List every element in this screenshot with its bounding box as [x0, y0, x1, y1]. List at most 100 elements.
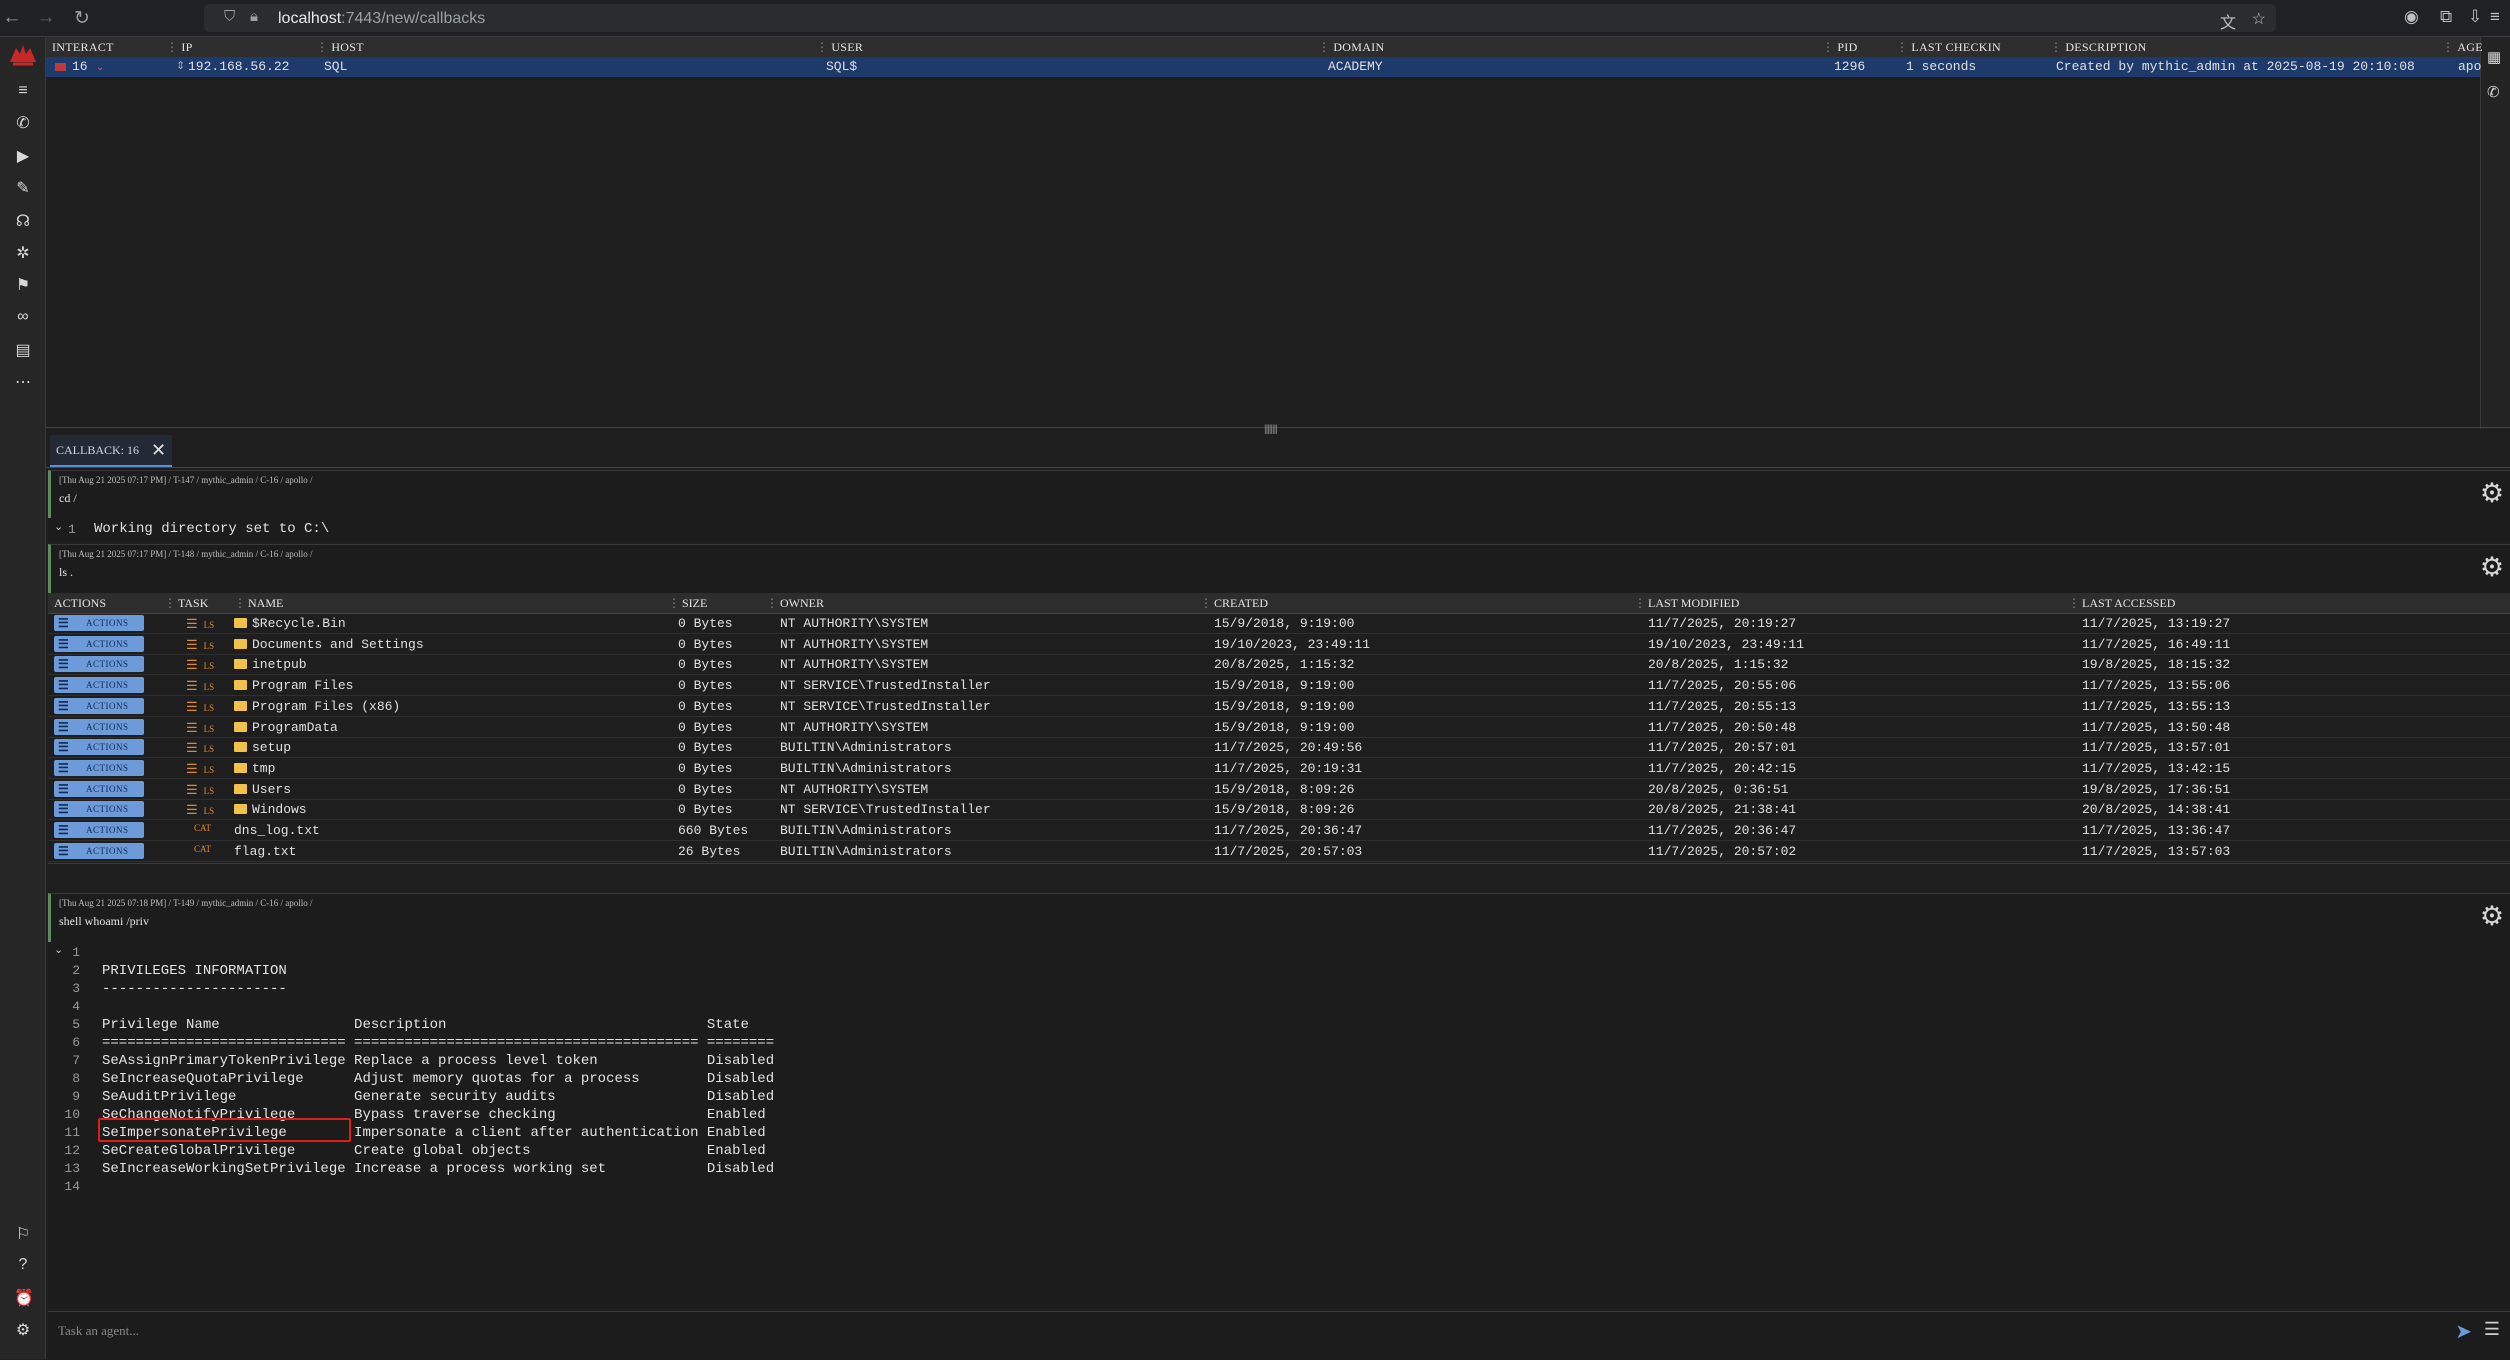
- task-link[interactable]: CAT: [194, 823, 211, 833]
- col-last-accessed[interactable]: LAST ACCESSED: [2068, 596, 2175, 611]
- account-icon[interactable]: ◉: [2404, 7, 2419, 27]
- file-row[interactable]: ☰ ACTIONS ☰ LS Users 0 Bytes NT AUTHORITY\SYST…: [48, 779, 2510, 800]
- help-icon[interactable]: ?: [14, 1256, 32, 1274]
- play-circle-icon[interactable]: ▶: [14, 146, 32, 166]
- file-row[interactable]: ☰ ACTIONS ☰ LS tmp 0 Bytes BUILTIN\Administrat…: [48, 758, 2510, 779]
- col-ip[interactable]: IP: [166, 40, 193, 55]
- col-interact[interactable]: INTERACT: [52, 40, 114, 55]
- actions-button[interactable]: ☰ ACTIONS: [54, 780, 144, 797]
- bug-icon[interactable]: ✲: [14, 243, 32, 263]
- file-name[interactable]: inetpub: [234, 657, 307, 672]
- task-link[interactable]: ☰ LS: [186, 740, 214, 756]
- scroll-icon[interactable]: ▤: [14, 340, 32, 360]
- more-icon[interactable]: ⋯: [14, 372, 32, 392]
- col-size[interactable]: SIZE: [668, 596, 707, 611]
- task-link[interactable]: ☰ LS: [186, 678, 214, 694]
- col-actions[interactable]: ACTIONS: [54, 596, 106, 611]
- chart-icon[interactable]: ▦: [2487, 48, 2501, 66]
- task-link[interactable]: ☰ LS: [186, 782, 214, 798]
- actions-button[interactable]: ☰ ACTIONS: [54, 822, 144, 838]
- forward-arrow-icon[interactable]: →: [36, 7, 56, 29]
- task-link[interactable]: CAT: [194, 844, 211, 854]
- extensions-icon[interactable]: ⧉: [2440, 7, 2452, 27]
- col-created[interactable]: CREATED: [1200, 596, 1268, 611]
- file-row[interactable]: ☰ ACTIONS ☰ LS Program Files 0 Bytes NT SERVIC…: [48, 675, 2510, 697]
- task-link[interactable]: ☰ LS: [186, 657, 214, 673]
- actions-button[interactable]: ☰ ACTIONS: [54, 615, 144, 631]
- translate-icon[interactable]: 文: [2220, 9, 2236, 33]
- file-name[interactable]: ProgramData: [234, 720, 338, 735]
- hamburger-menu-icon[interactable]: ≡: [14, 82, 32, 100]
- col-description[interactable]: DESCRIPTION: [2050, 40, 2147, 55]
- task-link[interactable]: ☰ LS: [186, 761, 214, 777]
- file-name[interactable]: $Recycle.Bin: [234, 616, 346, 631]
- col-domain[interactable]: DOMAIN: [1318, 40, 1384, 55]
- col-host[interactable]: HOST: [316, 40, 364, 55]
- close-icon[interactable]: ✕: [151, 440, 166, 461]
- actions-button[interactable]: ☰ ACTIONS: [54, 635, 144, 652]
- file-row[interactable]: ☰ ACTIONS ☰ LS ProgramData 0 Bytes NT AUTHORIT…: [48, 717, 2510, 738]
- actions-button[interactable]: ☰ ACTIONS: [54, 677, 144, 694]
- file-row[interactable]: ☰ ACTIONS CAT flag.txt 26 Bytes BUILTIN\Admin…: [48, 841, 2510, 862]
- col-last-modified[interactable]: LAST MODIFIED: [1634, 596, 1739, 611]
- actions-button[interactable]: ☰ ACTIONS: [54, 656, 144, 673]
- file-name[interactable]: Program Files (x86): [234, 699, 400, 714]
- site-info-icon[interactable]: ⛉: [224, 8, 235, 25]
- file-row[interactable]: ☰ ACTIONS CAT dns_log.txt 660 Bytes BUILTIN\A…: [48, 820, 2510, 841]
- phone-callbacks-icon[interactable]: ✆: [14, 113, 32, 133]
- menu-icon[interactable]: ≡: [2490, 7, 2500, 27]
- gear-icon[interactable]: ⚙: [2479, 903, 2505, 930]
- file-name[interactable]: Program Files: [234, 678, 353, 693]
- col-last-checkin[interactable]: LAST CHECKIN: [1896, 40, 2001, 55]
- file-name[interactable]: Documents and Settings: [234, 637, 424, 652]
- file-row[interactable]: ☰ ACTIONS ☰ LS $Recycle.Bin 0 Bytes NT AUTHORI…: [48, 613, 2510, 634]
- alarm-icon[interactable]: ⏰: [14, 1288, 34, 1308]
- gear-icon[interactable]: ⚙: [2479, 480, 2505, 507]
- file-name[interactable]: setup: [234, 740, 291, 755]
- file-name[interactable]: Users: [234, 782, 291, 797]
- task-link[interactable]: ☰ LS: [186, 616, 214, 632]
- actions-button[interactable]: ☰ ACTIONS: [54, 697, 144, 714]
- col-user[interactable]: USER: [816, 40, 863, 55]
- gear-icon[interactable]: ⚙: [2479, 554, 2505, 581]
- flag-icon[interactable]: ⚑: [14, 275, 32, 295]
- file-row[interactable]: ☰ ACTIONS ☰ LS Windows 0 Bytes NT SERVICE\Trus…: [48, 799, 2510, 821]
- address-bar[interactable]: ⛉ 🔒︎ localhost:7443/new/callbacks 文 ☆: [204, 4, 2276, 32]
- actions-button[interactable]: ☰ ACTIONS: [54, 801, 144, 818]
- actions-button[interactable]: ☰ ACTIONS: [54, 718, 144, 735]
- actions-button[interactable]: ☰ ACTIONS: [54, 759, 144, 776]
- mythic-logo-icon[interactable]: [8, 42, 38, 68]
- file-name[interactable]: tmp: [234, 761, 275, 776]
- task-link[interactable]: ☰ LS: [186, 699, 214, 715]
- col-agent[interactable]: AGE: [2442, 40, 2483, 55]
- task-link[interactable]: ☰ LS: [186, 720, 214, 736]
- reload-icon[interactable]: ↻: [72, 7, 92, 30]
- dropdown-chevron-icon[interactable]: ⌄: [96, 62, 104, 74]
- downloads-icon[interactable]: ⇩: [2468, 7, 2482, 27]
- send-icon[interactable]: ➤: [2455, 1319, 2472, 1344]
- callback-row[interactable]: 16 ⌄ ⇕ 192.168.56.22 SQL SQL$ ACADEMY 12…: [46, 57, 2481, 77]
- bookmark-star-icon[interactable]: ☆: [2252, 9, 2266, 29]
- pencil-icon[interactable]: ✎: [14, 178, 32, 198]
- file-name[interactable]: Windows: [234, 802, 307, 817]
- tab-callback-16[interactable]: CALLBACK: 16 ✕: [50, 435, 173, 467]
- file-name[interactable]: dns_log.txt: [234, 823, 320, 838]
- thumbs-down-icon[interactable]: ⚐: [14, 1224, 32, 1244]
- link-icon[interactable]: ∞: [14, 308, 32, 326]
- actions-button[interactable]: ☰ ACTIONS: [54, 739, 144, 756]
- headphones-icon[interactable]: ☊: [14, 211, 32, 231]
- drag-handle-icon[interactable]: ||||||||: [1264, 424, 1278, 435]
- file-row[interactable]: ☰ ACTIONS ☰ LS setup 0 Bytes BUILTIN\Administr…: [48, 737, 2510, 759]
- file-row[interactable]: ☰ ACTIONS ☰ LS inetpub 0 Bytes NT AUTHORITY\SY…: [48, 654, 2510, 676]
- task-link[interactable]: ☰ LS: [186, 802, 214, 818]
- phone-icon[interactable]: ✆: [2487, 83, 2500, 101]
- task-link[interactable]: ☰ LS: [186, 637, 214, 653]
- file-name[interactable]: flag.txt: [234, 844, 296, 859]
- user-settings-icon[interactable]: ⚙: [14, 1320, 32, 1340]
- collapse-chevron-icon[interactable]: ⌄: [54, 520, 63, 533]
- col-owner[interactable]: OWNER: [766, 596, 824, 611]
- col-name[interactable]: NAME: [234, 596, 283, 611]
- col-task[interactable]: TASK: [164, 596, 208, 611]
- back-arrow-icon[interactable]: ←: [2, 7, 22, 29]
- callback-interact-id[interactable]: 16: [72, 59, 88, 74]
